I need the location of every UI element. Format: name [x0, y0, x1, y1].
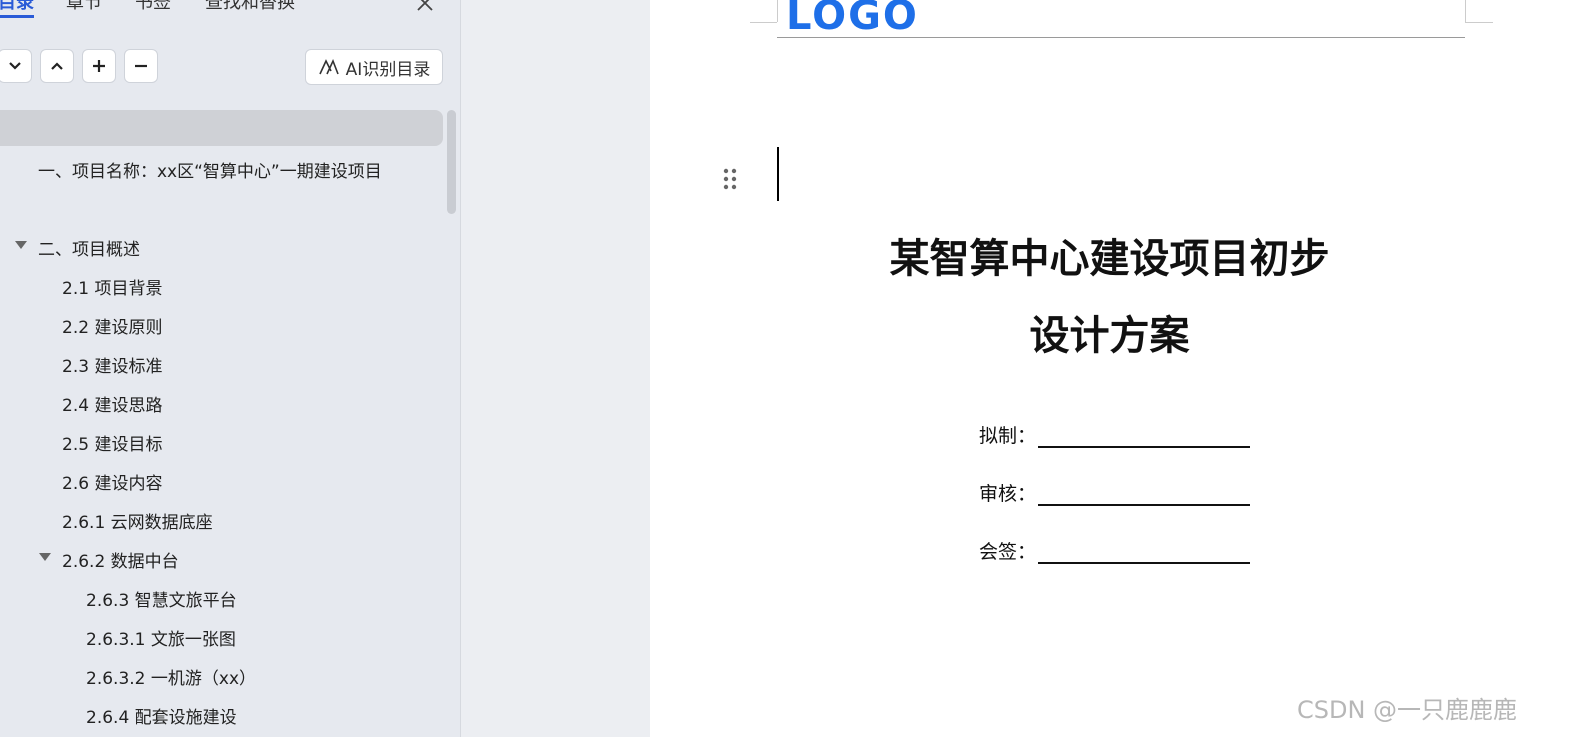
- ai-toc-label: AI识别目录: [345, 59, 431, 80]
- document-page[interactable]: LOGO 某智算中心建设项目初步 设计方案 拟制： 审核： 会签：: [650, 0, 1569, 737]
- toc-item[interactable]: 2.2 建设原则: [62, 313, 162, 338]
- ai-icon: [318, 58, 339, 75]
- toc-item[interactable]: 2.6.3.1 文旅一张图: [86, 625, 236, 650]
- tab-find-replace[interactable]: 查找和替换: [205, 0, 295, 14]
- toc-item[interactable]: 2.5 建设目标: [62, 430, 162, 455]
- sign-label: 会签：: [979, 541, 1037, 563]
- toc-item[interactable]: 2.6.3.2 一机游（xx）: [86, 664, 256, 689]
- toc-item[interactable]: 2.6 建设内容: [62, 469, 162, 494]
- tab-bookmarks[interactable]: 书签: [135, 0, 171, 14]
- header-margin-mark: [777, 0, 778, 22]
- logo: LOGO: [786, 0, 919, 39]
- collapse-arrow-icon[interactable]: [15, 241, 27, 249]
- sign-label: 拟制：: [979, 425, 1037, 447]
- page-gutter: [461, 0, 650, 737]
- toc-item[interactable]: 2.3 建设标准: [62, 352, 162, 377]
- sign-blank[interactable]: [1038, 544, 1251, 564]
- header-margin-mark: [750, 22, 777, 23]
- promote-button[interactable]: [82, 49, 116, 83]
- sign-blank[interactable]: [1038, 428, 1251, 448]
- tab-sections[interactable]: 章节: [66, 0, 102, 14]
- text-cursor: [777, 147, 779, 201]
- expand-all-button[interactable]: [0, 49, 32, 83]
- sign-blank[interactable]: [1038, 486, 1251, 506]
- toc-item[interactable]: 2.4 建设思路: [62, 391, 162, 416]
- sign-label: 审核：: [979, 483, 1037, 505]
- minus-icon: [135, 64, 147, 68]
- chevron-down-icon: [9, 62, 21, 70]
- toc-panel: 目录 章节 书签 查找和替换 AI识别目录 一、项目名称：xx区“智算中心”一期…: [0, 0, 461, 737]
- header-divider: [777, 37, 1465, 38]
- toc-item[interactable]: 2.6.4 配套设施建设: [86, 703, 237, 728]
- toc-selected-row[interactable]: [0, 110, 443, 146]
- toc-item[interactable]: 2.6.2 数据中台: [62, 547, 179, 572]
- chevron-up-icon: [51, 62, 63, 70]
- sign-row-drafter: 拟制：: [979, 421, 1251, 448]
- ai-toc-button[interactable]: AI识别目录: [305, 49, 443, 85]
- close-icon[interactable]: [414, 0, 436, 14]
- drag-handle-icon[interactable]: [722, 168, 738, 192]
- header-margin-mark: [1465, 0, 1466, 22]
- doc-title-line1: 某智算中心建设项目初步: [889, 236, 1330, 282]
- watermark: CSDN @一只鹿鹿鹿: [1297, 696, 1518, 724]
- tab-toc[interactable]: 目录: [0, 0, 34, 18]
- doc-title-line2: 设计方案: [1029, 313, 1190, 359]
- demote-button[interactable]: [124, 49, 158, 83]
- toc-item[interactable]: 2.1 项目背景: [62, 274, 162, 299]
- sign-row-countersign: 会签：: [979, 537, 1251, 564]
- header-margin-mark: [1465, 22, 1493, 23]
- collapse-arrow-icon[interactable]: [39, 553, 51, 561]
- toc-item[interactable]: 2.6.3 智慧文旅平台: [86, 586, 237, 611]
- toc-scrollbar[interactable]: [447, 110, 456, 214]
- sign-row-reviewer: 审核：: [979, 479, 1251, 506]
- plus-icon: [93, 60, 105, 72]
- toc-item[interactable]: 一、项目名称：xx区“智算中心”一期建设项目: [38, 157, 382, 182]
- collapse-all-button[interactable]: [40, 49, 74, 83]
- toc-item[interactable]: 二、项目概述: [38, 235, 140, 260]
- toc-item[interactable]: 2.6.1 云网数据底座: [62, 508, 213, 533]
